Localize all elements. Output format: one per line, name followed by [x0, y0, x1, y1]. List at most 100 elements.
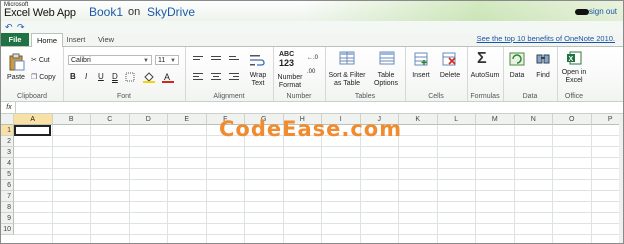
wrap-text-button[interactable]: Wrap Text	[245, 72, 271, 88]
align-right-icon[interactable]	[229, 73, 239, 81]
tab-home[interactable]: Home	[31, 33, 63, 47]
wrap-text-icon[interactable]	[249, 53, 265, 67]
data-refresh-icon[interactable]	[509, 52, 525, 66]
column-header[interactable]: B	[52, 114, 91, 125]
row-header[interactable]: 5	[1, 169, 14, 180]
group-label-alignment: Alignment	[213, 93, 245, 100]
underline-button[interactable]: U	[98, 72, 104, 81]
copy-label: Copy	[39, 74, 56, 81]
align-top-icon[interactable]	[193, 56, 203, 64]
grid-row-line	[14, 201, 623, 202]
font-name-value: Calibri	[71, 57, 91, 64]
group-label-formulas: Formulas	[470, 93, 500, 100]
find-icon[interactable]	[535, 52, 551, 66]
delete-button[interactable]: Delete	[435, 72, 465, 80]
excel-web-app-window: Microsoft Excel Web App Book1 on SkyDriv…	[0, 0, 624, 244]
cut-button[interactable]: ✂ Cut	[31, 56, 50, 64]
row-header[interactable]: 9	[1, 213, 14, 224]
grid-column-line	[244, 125, 245, 243]
number-format-button[interactable]: Number Format	[275, 74, 305, 90]
promo-link[interactable]: See the top 10 benefits of OneNote 2010.	[477, 34, 615, 43]
font-color-icon[interactable]: A	[162, 71, 174, 83]
sign-out-link[interactable]: sign out	[589, 7, 617, 16]
table-options-button[interactable]: Table Options	[369, 72, 403, 88]
grid-column-line	[321, 125, 322, 243]
open-in-excel-button[interactable]: Open in Excel	[557, 69, 591, 85]
row-header[interactable]: 2	[1, 136, 14, 147]
paste-button[interactable]: Paste	[5, 74, 27, 82]
column-header[interactable]: L	[437, 114, 476, 125]
table-options-icon[interactable]	[379, 51, 395, 65]
font-size-select[interactable]: 11 ▼	[155, 55, 179, 65]
bold-button[interactable]: B	[70, 72, 76, 81]
group-alignment: Wrap Text Alignment	[185, 47, 274, 101]
group-cells: Insert Delete Cells	[405, 47, 468, 101]
insert-button[interactable]: Insert	[407, 72, 435, 80]
row-header[interactable]: 7	[1, 191, 14, 202]
row-header[interactable]: 6	[1, 180, 14, 191]
data-button[interactable]: Data	[505, 72, 529, 80]
vertical-scrollbar[interactable]	[619, 114, 623, 243]
grid-column-line	[90, 125, 91, 243]
user-avatar	[575, 9, 589, 15]
column-header[interactable]: M	[476, 114, 515, 125]
grid-column-line	[552, 125, 553, 243]
autosum-icon[interactable]: Σ	[477, 50, 487, 68]
number-format-123: 123	[279, 58, 295, 68]
autosum-button[interactable]: AutoSum	[467, 72, 503, 80]
grid-column-line	[513, 125, 515, 243]
font-name-select[interactable]: Calibri ▼	[68, 55, 152, 65]
fill-color-icon[interactable]	[143, 71, 155, 83]
grid-column-line	[205, 125, 207, 243]
italic-button[interactable]: I	[85, 72, 87, 81]
column-header[interactable]: E	[168, 114, 207, 125]
sort-filter-button[interactable]: Sort & Filter as Table	[327, 72, 367, 88]
font-size-value: 11	[158, 57, 166, 64]
borders-icon[interactable]	[125, 72, 135, 82]
column-header[interactable]: A	[14, 114, 53, 125]
row-header[interactable]: 8	[1, 202, 14, 213]
grid-column-line	[359, 125, 361, 243]
sort-filter-table-icon[interactable]	[339, 51, 355, 65]
grid-row-line	[14, 146, 623, 147]
tab-view[interactable]: View	[91, 33, 121, 46]
align-middle-icon[interactable]	[211, 56, 221, 64]
align-left-icon[interactable]	[193, 73, 203, 81]
column-header[interactable]: D	[129, 114, 168, 125]
app-name: Excel Web App	[4, 7, 76, 19]
find-button[interactable]: Find	[531, 72, 555, 80]
active-cell[interactable]	[14, 125, 51, 136]
increase-decimal-icon[interactable]: ←.0	[307, 55, 318, 61]
fx-icon[interactable]: fx	[3, 102, 16, 113]
copy-button[interactable]: ❐ Copy	[31, 73, 56, 81]
location-link[interactable]: SkyDrive	[147, 5, 195, 19]
row-header[interactable]: 4	[1, 158, 14, 169]
excel-icon[interactable]: X	[566, 51, 582, 65]
select-all-corner[interactable]	[1, 114, 14, 125]
tab-insert[interactable]: Insert	[63, 33, 89, 46]
cut-icon: ✂	[31, 57, 37, 64]
number-format-icon[interactable]: ABC 123	[279, 51, 295, 68]
column-header[interactable]: K	[399, 114, 438, 125]
group-clipboard: Paste ✂ Cut ❐ Copy Clipboard	[1, 47, 64, 101]
insert-cells-icon[interactable]	[413, 52, 429, 66]
undo-icon[interactable]: ↶	[5, 22, 13, 33]
document-name[interactable]: Book1	[89, 5, 123, 19]
tab-file[interactable]: File	[1, 33, 29, 46]
redo-icon[interactable]: ↷	[17, 22, 25, 33]
svg-text:X: X	[569, 56, 574, 63]
column-header[interactable]: C	[91, 114, 130, 125]
row-header[interactable]: 10	[1, 224, 14, 235]
align-bottom-icon[interactable]	[229, 56, 239, 64]
column-header[interactable]: O	[553, 114, 592, 125]
grid-column-line	[128, 125, 130, 243]
delete-cells-icon[interactable]	[441, 52, 457, 66]
decrease-decimal-icon[interactable]: .00	[307, 69, 315, 75]
double-underline-button[interactable]: D	[112, 72, 118, 81]
row-header[interactable]: 1	[1, 125, 14, 136]
grid-row-line	[14, 157, 623, 158]
align-center-icon[interactable]	[211, 73, 221, 81]
column-header[interactable]: N	[514, 114, 553, 125]
paste-icon[interactable]	[7, 53, 25, 71]
row-header[interactable]: 3	[1, 147, 14, 158]
